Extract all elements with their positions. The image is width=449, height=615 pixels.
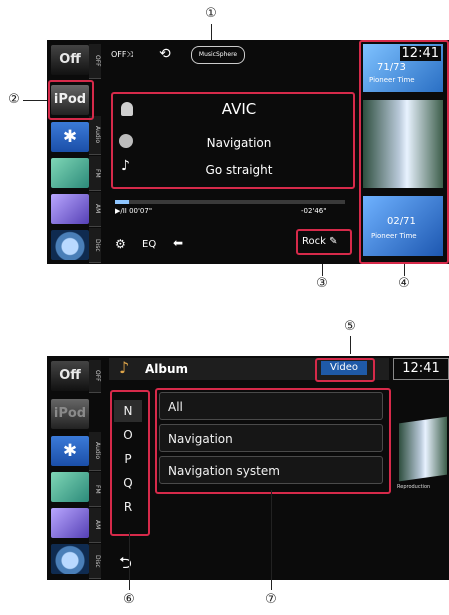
strip-fm: FM — [89, 156, 101, 191]
strip-fm-2: FM — [89, 472, 101, 507]
callout-6-line — [129, 532, 130, 590]
callout-5-line — [350, 336, 351, 354]
album-header-title: Album — [145, 362, 189, 376]
callout-2-line — [23, 100, 48, 101]
track-album: Navigation — [206, 136, 272, 150]
musicsphere-button[interactable]: MusicSphere — [191, 46, 245, 64]
source-fm-button[interactable] — [51, 158, 89, 188]
progress-track[interactable] — [115, 200, 345, 204]
remaining-time: -02'46" — [301, 207, 327, 215]
list-item[interactable]: Navigation — [159, 424, 383, 452]
callout-7: ⑦ — [265, 592, 277, 607]
source-am-button[interactable] — [51, 194, 89, 224]
thumb-1-clock: 12:41 — [399, 46, 441, 61]
alpha-r[interactable]: R — [114, 496, 142, 518]
artist-icon — [121, 102, 133, 116]
source-bluetooth-button-2[interactable]: ✱ — [51, 436, 89, 466]
alpha-p[interactable]: P — [114, 448, 142, 470]
callout-4-line — [404, 264, 405, 276]
thumb-1-title: Pioneer Time — [369, 76, 415, 84]
music-note-icon: ♪ — [119, 358, 130, 377]
bottom-screen: Off iPod ✱ OFF Audio FM AM Disc ♪ Album … — [47, 356, 449, 580]
alpha-q[interactable]: Q — [114, 472, 142, 494]
alpha-o[interactable]: O — [114, 424, 142, 446]
source-bluetooth-button[interactable]: ✱ — [51, 122, 89, 152]
pencil-icon: ✎ — [329, 236, 338, 247]
artwork-thumb-3[interactable]: 02/71 Pioneer Time — [363, 196, 443, 256]
genre-button[interactable]: Rock ✎ — [302, 236, 337, 247]
strip-am-2: AM — [89, 508, 101, 543]
video-thumb-caption: Reproduction — [397, 484, 431, 490]
thumb-3-counter: 02/71 — [387, 216, 416, 227]
track-title: AVIC — [221, 100, 257, 118]
return-icon[interactable]: ⬅ — [173, 236, 183, 250]
list-item[interactable]: Navigation system — [159, 456, 383, 484]
eq-button[interactable]: EQ — [142, 239, 156, 250]
shuffle-indicator[interactable]: OFF⤨ — [111, 50, 133, 60]
source-ipod-button-2[interactable]: iPod — [51, 399, 89, 429]
bottom-clock: 12:41 — [393, 358, 449, 380]
repeat-icon[interactable]: ⟲ — [159, 46, 171, 62]
callout-3: ③ — [316, 276, 328, 291]
strip-disc: Disc — [89, 228, 101, 263]
thumb-1-counter: 71/73 — [377, 62, 406, 73]
gear-icon[interactable]: ⚙ — [115, 237, 126, 251]
source-disc-button[interactable] — [51, 230, 89, 260]
callout-3-line — [322, 264, 323, 276]
ipod-highlight — [48, 80, 94, 120]
album-icon — [119, 134, 133, 148]
artwork-thumb-1[interactable]: 12:41 71/73 Pioneer Time — [363, 44, 443, 92]
video-button[interactable]: Video — [321, 361, 367, 375]
strip-disc-2: Disc — [89, 544, 101, 579]
alpha-index: N O P Q R — [114, 396, 142, 526]
callout-1: ① — [205, 6, 217, 21]
source-disc-button-2[interactable] — [51, 544, 89, 574]
source-am-button-2[interactable] — [51, 508, 89, 538]
callout-5: ⑤ — [344, 319, 356, 334]
source-off-button-2[interactable]: Off — [51, 361, 89, 391]
progress-fill — [115, 200, 129, 204]
elapsed-time: ▶/II 00'07" — [115, 207, 153, 215]
callout-7-line — [271, 490, 272, 590]
strip-off-2: OFF — [89, 360, 101, 393]
alpha-n[interactable]: N — [114, 400, 142, 422]
video-thumbnail[interactable] — [399, 416, 447, 482]
strip-am: AM — [89, 192, 101, 227]
source-off-button[interactable]: Off — [51, 45, 89, 75]
source-fm-button-2[interactable] — [51, 472, 89, 502]
callout-2: ② — [8, 92, 20, 107]
strip-off: OFF — [89, 44, 101, 79]
callout-4: ④ — [398, 276, 410, 291]
genre-label: Rock — [302, 236, 326, 247]
callout-6: ⑥ — [123, 592, 135, 607]
album-list: All Navigation Navigation system — [159, 392, 385, 488]
strip-audio: Audio — [89, 116, 101, 155]
song-icon: ♪ — [121, 158, 130, 174]
strip-audio-2: Audio — [89, 432, 101, 471]
top-screen: Off iPod ✱ OFF Audio FM AM Disc OFF⤨ ⟲ M… — [47, 40, 449, 264]
track-artist: Go straight — [205, 163, 273, 177]
artwork-thumb-2[interactable] — [363, 100, 443, 188]
list-item[interactable]: All — [159, 392, 383, 420]
thumb-3-title: Pioneer Time — [371, 232, 417, 240]
